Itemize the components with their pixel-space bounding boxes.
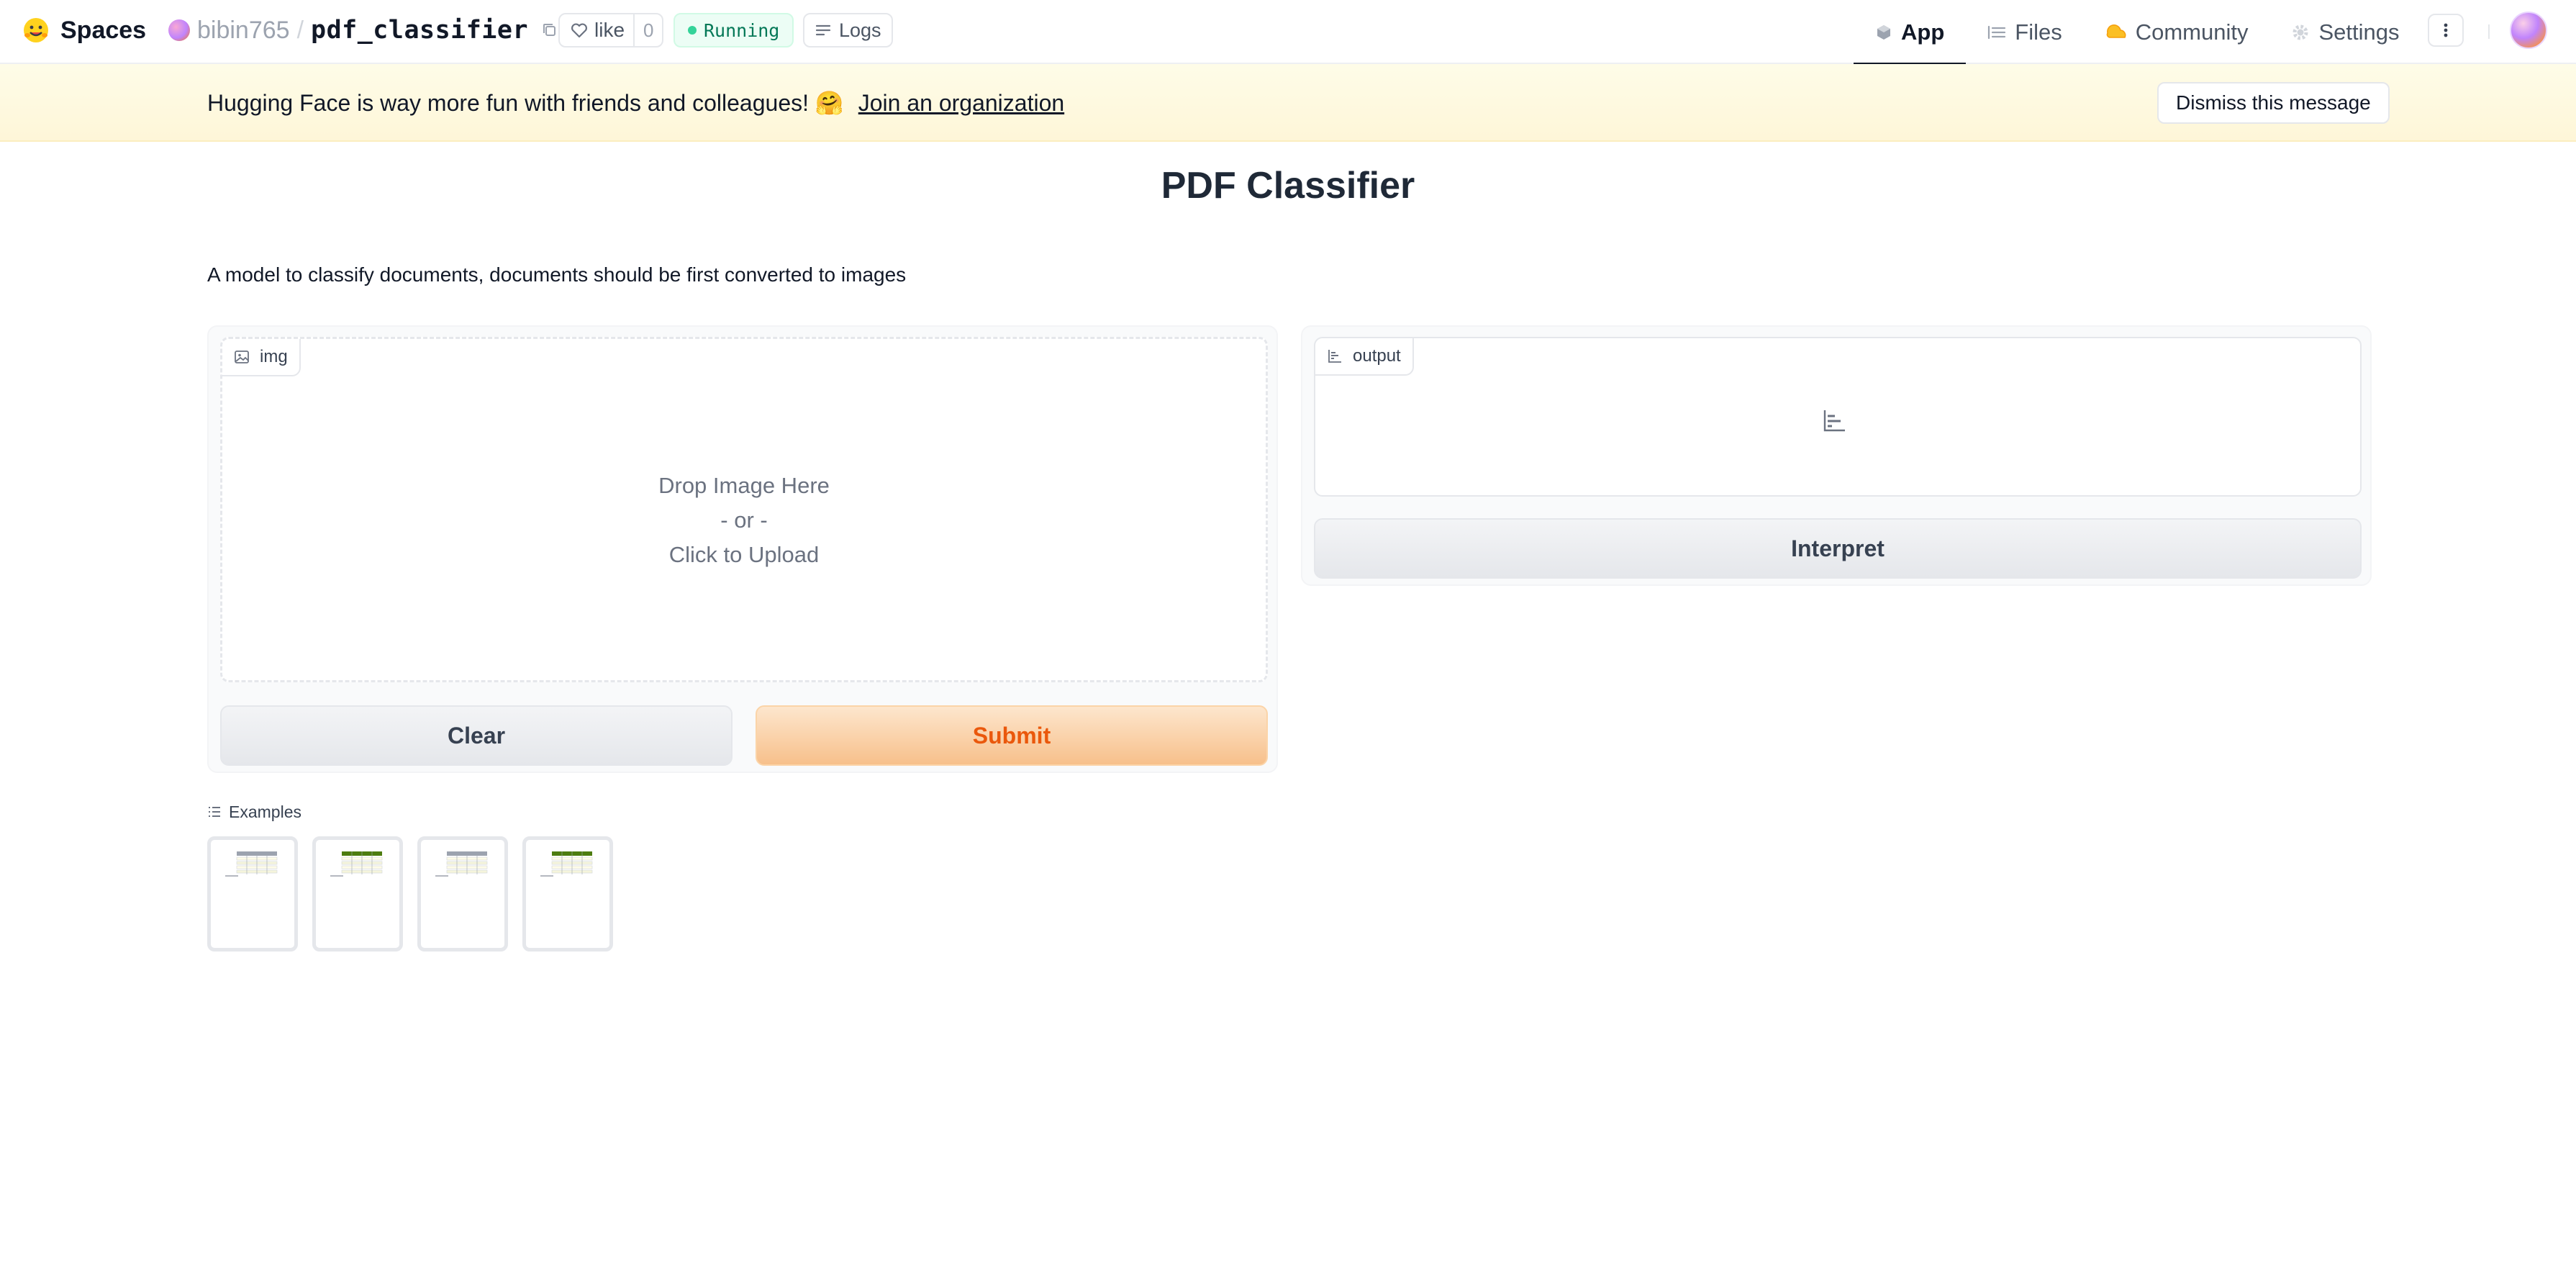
app-description: A model to classify documents, documents… [207,263,907,286]
output-label-box: output [1314,337,2362,497]
header-divider [2488,24,2490,39]
space-tabs: App Files Community Settings [1854,0,2421,65]
banner-text: Hugging Face is way more fun with friend… [207,90,844,116]
document-preview-icon [330,851,383,877]
image-icon [235,351,249,363]
status-dot-icon [688,26,697,35]
examples-header: Examples [207,800,301,823]
repo-name[interactable]: pdf_classifier [311,16,528,45]
copy-icon[interactable] [540,20,560,40]
cube-icon [1877,24,1890,40]
list-icon [209,807,220,817]
top-navbar: Spaces bibin765 / pdf_classifier like 0 … [0,0,2576,65]
vertical-dots-icon [2444,23,2448,37]
like-count[interactable]: 0 [633,14,662,46]
tab-app-label: App [1901,19,1945,45]
submit-button[interactable]: Submit [756,705,1268,766]
heart-icon [571,23,587,38]
document-preview-icon [540,851,593,877]
banner-message: Hugging Face is way more fun with friend… [207,86,1064,120]
img-field-label: img [222,339,301,376]
app-title: PDF Classifier [1161,165,1415,207]
examples-label: Examples [229,802,301,821]
input-panel: img Drop Image Here - or - Click to Uplo… [207,325,1278,773]
dismiss-banner-button[interactable]: Dismiss this message [2157,82,2390,124]
tab-files[interactable]: Files [1966,0,2083,64]
output-label-text: output [1353,346,1401,366]
drop-instructions: Drop Image Here - or - Click to Upload [222,469,1266,572]
drop-or-text: - or - [720,507,768,533]
status-badge: Running [674,13,794,48]
hugging-face-logo-icon [24,18,48,42]
spaces-home-link[interactable]: Spaces [22,13,146,48]
tab-files-label: Files [2015,19,2062,45]
community-icon [2106,24,2126,38]
label-placeholder-icon [1823,410,1845,432]
join-organization-link[interactable]: Join an organization [858,90,1064,117]
document-preview-icon [225,851,278,877]
bar-chart-icon [1328,350,1341,363]
breadcrumb-separator: / [296,16,304,44]
tab-app[interactable]: App [1854,0,1967,65]
breadcrumb: bibin765 / pdf_classifier [168,13,560,48]
like-control: like 0 [558,13,664,48]
owner-link[interactable]: bibin765 [197,17,290,45]
click-to-upload-text: Click to Upload [668,542,820,567]
examples-gallery [207,836,613,951]
example-thumbnail[interactable] [312,836,403,951]
organization-banner: Hugging Face is way more fun with friend… [0,64,2576,142]
example-thumbnail[interactable] [417,836,508,951]
image-upload-dropzone[interactable]: img Drop Image Here - or - Click to Uplo… [220,337,1268,682]
tab-settings-label: Settings [2318,19,2400,45]
logs-label: Logs [839,19,881,41]
logs-button[interactable]: Logs [803,13,893,48]
tab-community-label: Community [2135,19,2249,45]
files-icon [1988,25,2006,39]
tab-community[interactable]: Community [2084,0,2270,64]
like-label: like [594,19,625,41]
status-text: Running [704,19,780,41]
output-field-label: output [1315,338,1414,376]
img-label-text: img [260,347,288,366]
interpret-button[interactable]: Interpret [1314,518,2362,579]
spaces-title: Spaces [60,16,147,44]
clear-button[interactable]: Clear [220,705,733,766]
owner-avatar[interactable] [168,19,190,41]
example-thumbnail[interactable] [522,836,613,951]
like-button[interactable]: like [560,14,633,46]
output-panel: output Interpret [1301,325,2372,586]
drop-image-text: Drop Image Here [658,473,830,498]
document-preview-icon [435,851,488,877]
gear-icon [2292,24,2308,40]
more-options-button[interactable] [2428,14,2464,47]
example-thumbnail[interactable] [207,836,298,951]
tab-settings[interactable]: Settings [2269,0,2421,64]
user-avatar[interactable] [2510,12,2547,49]
logs-icon [815,24,831,36]
